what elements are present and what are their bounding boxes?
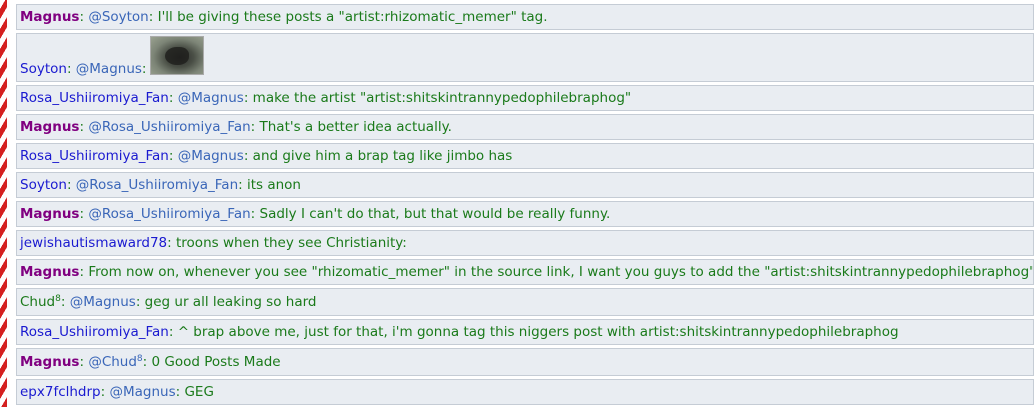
mention-link[interactable]: @Magnus [178, 148, 244, 164]
message-text: its anon [246, 177, 301, 193]
mention-link[interactable]: @Soyton [88, 9, 148, 25]
mention-link[interactable]: @Rosa_Ushiiromiya_Fan [76, 177, 238, 193]
message-text: and give him a brap tag like jimbo has [252, 148, 513, 164]
separator: : [79, 9, 89, 25]
chat-page: Magnus: @Soyton: I'll be giving these po… [0, 0, 1034, 407]
username-link[interactable]: Rosa_Ushiiromiya_Fan [20, 90, 169, 106]
username-link[interactable]: Soyton [20, 61, 67, 77]
separator: : [167, 235, 176, 251]
separator: : [79, 264, 89, 280]
chat-message: jewishautismaward78: troons when they se… [16, 230, 1034, 256]
chat-message: Soyton: @Rosa_Ushiiromiya_Fan: its anon [16, 172, 1034, 198]
separator: : [243, 90, 253, 106]
separator: : [238, 177, 247, 193]
mention-link[interactable]: @Rosa_Ushiiromiya_Fan [88, 206, 250, 222]
chat-message: epx7fclhdrp: @Magnus: GEG [16, 379, 1034, 405]
separator: : [141, 61, 147, 77]
chat-message: Magnus: @Chud8: 0 Good Posts Made [16, 348, 1034, 376]
separator: : [79, 119, 89, 135]
mention-link[interactable]: @Chud8 [88, 354, 142, 370]
chat-message: Rosa_Ushiiromiya_Fan: @Magnus: make the … [16, 85, 1034, 111]
username-link[interactable]: Chud8 [20, 294, 61, 310]
thumbnail-image[interactable] [150, 36, 205, 75]
mention-link[interactable]: @Magnus [76, 61, 142, 77]
chat-message: Rosa_Ushiiromiya_Fan: ^ brap above me, j… [16, 319, 1034, 345]
message-text: Sadly I can't do that, but that would be… [259, 206, 611, 222]
username-link[interactable]: Rosa_Ushiiromiya_Fan [20, 324, 169, 340]
message-text: I'll be giving these posts a "artist:rhi… [157, 9, 548, 25]
username-link[interactable]: Rosa_Ushiiromiya_Fan [20, 148, 169, 164]
mention-link[interactable]: @Magnus [70, 294, 136, 310]
username-text: Chud [20, 294, 56, 310]
mention-text: @Chud [88, 354, 137, 370]
separator: : [148, 9, 158, 25]
username-link[interactable]: Magnus [20, 264, 79, 280]
separator: : [168, 90, 178, 106]
separator: : [243, 148, 253, 164]
chat-message: Rosa_Ushiiromiya_Fan: @Magnus: and give … [16, 143, 1034, 169]
separator: : [142, 354, 152, 370]
chat-message: Magnus: @Rosa_Ushiiromiya_Fan: That's a … [16, 114, 1034, 140]
separator: : [135, 294, 145, 310]
message-text: That's a better idea actually. [259, 119, 452, 135]
username-link[interactable]: Magnus [20, 354, 79, 370]
username-link[interactable]: Magnus [20, 206, 79, 222]
chat-message: Magnus: @Soyton: I'll be giving these po… [16, 4, 1034, 30]
separator: : [79, 354, 89, 370]
username-link[interactable]: epx7fclhdrp [20, 384, 101, 400]
mention-link[interactable]: @Rosa_Ushiiromiya_Fan [88, 119, 250, 135]
decorative-stripe [0, 0, 7, 407]
chat-message: Chud8: @Magnus: geg ur all leaking so ha… [16, 288, 1034, 316]
message-text: make the artist "artist:shitskintrannype… [252, 90, 632, 106]
chat-message: Magnus: From now on, whenever you see "r… [16, 259, 1034, 285]
separator: : [60, 294, 70, 310]
mention-link[interactable]: @Magnus [178, 90, 244, 106]
message-text: troons when they see Christianity: [176, 235, 407, 251]
message-text: 0 Good Posts Made [151, 354, 281, 370]
username-link[interactable]: Magnus [20, 119, 79, 135]
message-text: GEG [184, 384, 214, 400]
message-text: geg ur all leaking so hard [144, 294, 317, 310]
mention-link[interactable]: @Magnus [109, 384, 175, 400]
separator: : [66, 177, 76, 193]
separator: : [175, 384, 185, 400]
separator: : [66, 61, 76, 77]
chat-message: Soyton: @Magnus: [16, 33, 1034, 82]
chat-log: Magnus: @Soyton: I'll be giving these po… [16, 0, 1034, 407]
separator: : [168, 148, 178, 164]
separator: : [250, 206, 260, 222]
separator: : [79, 206, 89, 222]
message-text: From now on, whenever you see "rhizomati… [88, 264, 1034, 280]
separator: : [100, 384, 110, 400]
username-link[interactable]: Soyton [20, 177, 67, 193]
message-text: ^ brap above me, just for that, i'm gonn… [177, 324, 899, 340]
username-link[interactable]: Magnus [20, 9, 79, 25]
username-link[interactable]: jewishautismaward78 [20, 235, 167, 251]
chat-message: Magnus: @Rosa_Ushiiromiya_Fan: Sadly I c… [16, 201, 1034, 227]
separator: : [250, 119, 260, 135]
separator: : [168, 324, 178, 340]
